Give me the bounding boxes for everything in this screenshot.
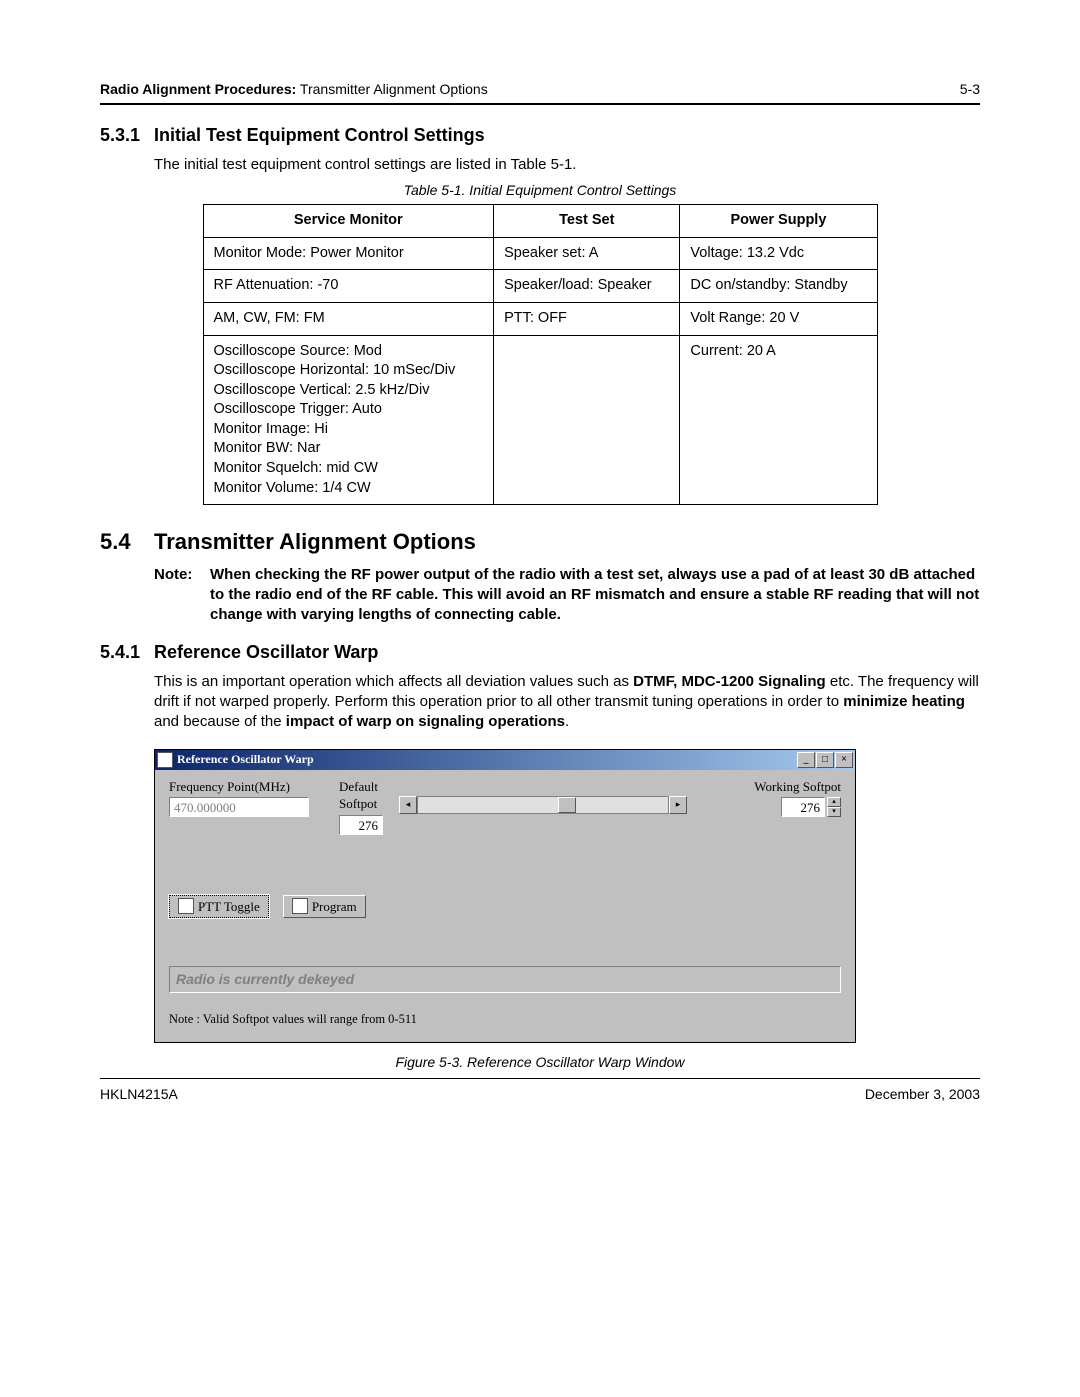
cell: Volt Range: 20 V xyxy=(680,303,877,336)
cell: AM, CW, FM: FM xyxy=(203,303,494,336)
slider-right-icon[interactable] xyxy=(669,796,687,814)
slider-thumb[interactable] xyxy=(558,797,576,813)
cell: Speaker/load: Speaker xyxy=(494,270,680,303)
th-power-supply: Power Supply xyxy=(680,205,877,238)
header-title-sub: Transmitter Alignment Options xyxy=(296,81,487,97)
th-test-set: Test Set xyxy=(494,205,680,238)
header-title-bold: Radio Alignment Procedures: xyxy=(100,81,296,97)
slider-track[interactable] xyxy=(417,796,669,814)
note-5-4: Note: When checking the RF power output … xyxy=(154,565,980,626)
cell: Speaker set: A xyxy=(494,237,680,270)
default-softpot-label: Default Softpot xyxy=(339,778,399,813)
cell: DC on/standby: Standby xyxy=(680,270,877,303)
spin-control[interactable]: ▴▾ xyxy=(827,797,841,817)
close-icon[interactable]: × xyxy=(835,752,853,768)
working-softpot-label: Working Softpot xyxy=(754,778,841,796)
program-button[interactable]: Program xyxy=(283,895,366,919)
window-title: Reference Oscillator Warp xyxy=(177,751,796,767)
intro-5-3-1: The initial test equipment control setti… xyxy=(154,155,980,175)
status-text: Radio is currently dekeyed xyxy=(169,966,841,993)
freq-label: Frequency Point(MHz) xyxy=(169,778,339,796)
program-icon xyxy=(292,898,308,914)
heading-5-4-1: 5.4.1Reference Oscillator Warp xyxy=(100,640,980,664)
spin-down-icon[interactable]: ▾ xyxy=(827,807,841,817)
figure-caption: Figure 5-3. Reference Oscillator Warp Wi… xyxy=(100,1053,980,1072)
doc-date: December 3, 2003 xyxy=(865,1085,980,1104)
cell: Voltage: 13.2 Vdc xyxy=(680,237,877,270)
app-icon xyxy=(157,752,173,768)
minimize-icon[interactable]: _ xyxy=(797,752,815,768)
heading-5-4: 5.4Transmitter Alignment Options xyxy=(100,527,980,557)
page-header: Radio Alignment Procedures: Transmitter … xyxy=(100,80,980,99)
ptt-toggle-button[interactable]: PTT Toggle xyxy=(169,895,269,919)
working-softpot-input[interactable]: 276 xyxy=(781,797,825,817)
doc-id: HKLN4215A xyxy=(100,1085,178,1104)
maximize-icon[interactable]: □ xyxy=(816,752,834,768)
slider-left-icon[interactable] xyxy=(399,796,417,814)
th-service-monitor: Service Monitor xyxy=(203,205,494,238)
header-rule xyxy=(100,103,980,105)
cell: RF Attenuation: -70 xyxy=(203,270,494,303)
app-window: Reference Oscillator Warp _ □ × Frequenc… xyxy=(154,749,856,1043)
page-number: 5-3 xyxy=(960,80,980,99)
softpot-note: Note : Valid Softpot values will range f… xyxy=(169,1011,841,1028)
default-softpot-value: 276 xyxy=(339,815,383,835)
cell: Monitor Mode: Power Monitor xyxy=(203,237,494,270)
heading-5-3-1: 5.3.1Initial Test Equipment Control Sett… xyxy=(100,123,980,147)
ptt-icon xyxy=(178,898,194,914)
footer-rule xyxy=(100,1078,980,1079)
settings-table: Service Monitor Test Set Power Supply Mo… xyxy=(203,204,878,505)
cell-multi: Oscilloscope Source: Mod Oscilloscope Ho… xyxy=(203,335,494,505)
table-caption: Table 5-1. Initial Equipment Control Set… xyxy=(100,181,980,200)
spin-up-icon[interactable]: ▴ xyxy=(827,797,841,807)
titlebar: Reference Oscillator Warp _ □ × xyxy=(155,750,855,770)
cell: PTT: OFF xyxy=(494,303,680,336)
cell xyxy=(494,335,680,505)
cell: Current: 20 A xyxy=(680,335,877,505)
freq-input[interactable]: 470.000000 xyxy=(169,797,309,817)
para-5-4-1: This is an important operation which aff… xyxy=(154,672,980,733)
page-footer: HKLN4215A December 3, 2003 xyxy=(100,1085,980,1104)
